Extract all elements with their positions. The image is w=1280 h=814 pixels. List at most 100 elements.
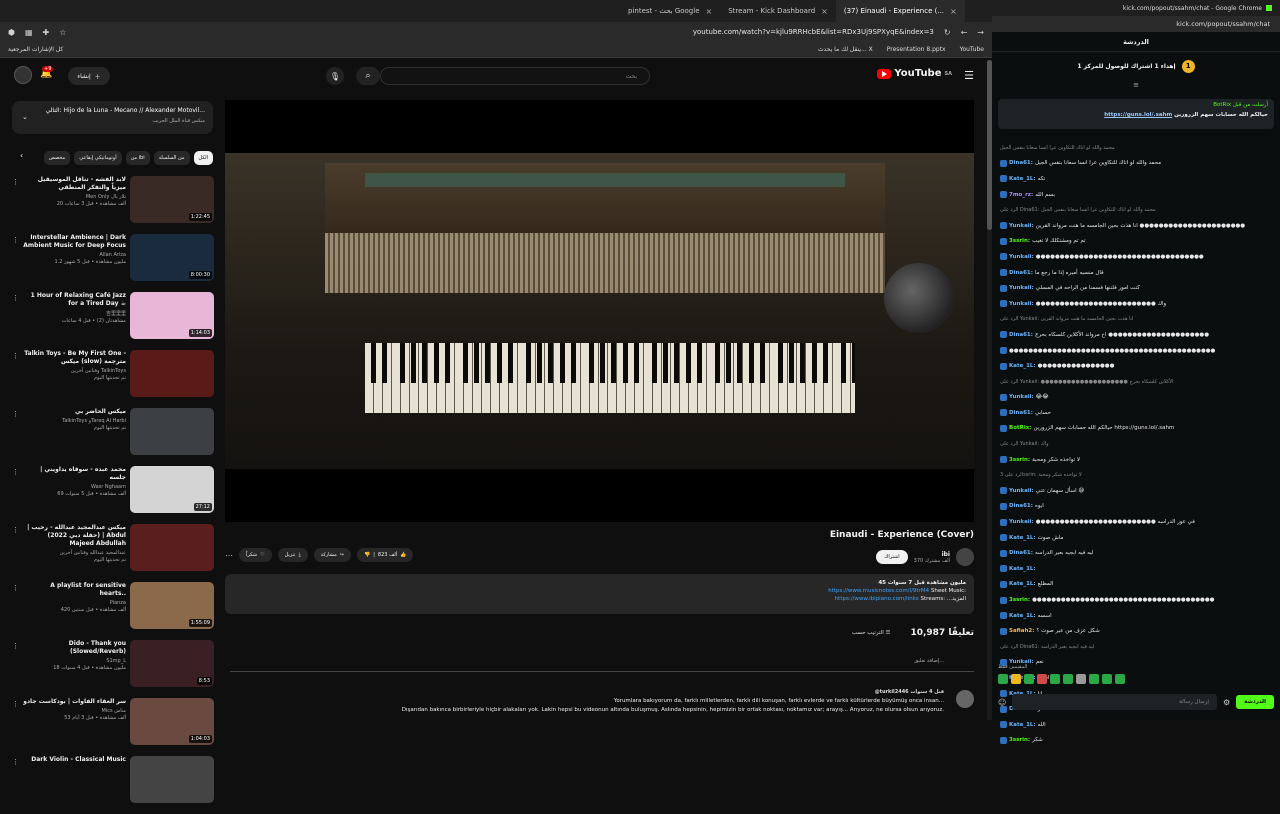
chat-username[interactable]: Yunkaii:: [1009, 223, 1034, 229]
chat-username[interactable]: 3ssrin:: [1009, 238, 1030, 244]
recommendation-item[interactable]: ⋮ 1 Hour of Relaxing Café Jazz for a Tire…: [10, 292, 214, 345]
download-button[interactable]: تنزيل ⤓: [277, 548, 308, 562]
subscribe-button[interactable]: اشتراك: [876, 550, 908, 564]
chat-username[interactable]: 3ssrin:: [1009, 737, 1030, 743]
dislike-icon[interactable]: 👎: [364, 552, 370, 558]
emote-icon[interactable]: [1037, 674, 1047, 684]
recommendation-item[interactable]: ⋮ Talkin Toys - Be My First One - ميكس (s…: [10, 350, 214, 403]
avatar[interactable]: [14, 66, 32, 84]
chat-username[interactable]: Yunkaii:: [1009, 285, 1034, 291]
close-icon[interactable]: ×: [821, 7, 828, 16]
chip-series[interactable]: من السلسلة: [153, 151, 190, 165]
emote-icon[interactable]: [1011, 674, 1021, 684]
recommendation-title[interactable]: لابد الفشه - تناقل الموسيقيل ميزياً والت…: [22, 176, 126, 192]
pinned-message[interactable]: BotRix أرسلت من قبل https://guns.lol/.sa…: [998, 99, 1274, 129]
emoji-icon[interactable]: ☺: [998, 698, 1006, 707]
bookmark-x[interactable]: ينقل لك ما يحدث... X: [818, 46, 873, 53]
recommendation-item[interactable]: ⋮ A playlist for sensitive hearts.. Pianza…: [10, 582, 214, 635]
recommendation-thumbnail[interactable]: [130, 756, 214, 803]
collapse-icon[interactable]: ≡: [992, 81, 1280, 89]
chat-username[interactable]: 3ssrin:: [1009, 457, 1030, 463]
search-icon[interactable]: ⌕: [356, 67, 380, 85]
more-icon[interactable]: ⋯: [225, 551, 233, 560]
channel-avatar[interactable]: [956, 548, 974, 566]
recommendation-channel[interactable]: Allan Ariza: [22, 252, 126, 258]
star-icon[interactable]: ☆: [59, 28, 66, 37]
send-button[interactable]: الدردشة: [1236, 695, 1274, 709]
comment-author[interactable]: @turkil2446 قبل 4 سنوات: [230, 688, 944, 697]
chat-username[interactable]: 3ssrin:: [1009, 597, 1030, 603]
chat-username[interactable]: Dina61:: [1009, 270, 1033, 276]
recommendation-item[interactable]: ⋮ سر العقاء الفاوات | بودكاست جادو Mics من…: [10, 698, 214, 751]
recommendation-channel[interactable]: عبدالمجيد عبدالله وفنانين آخرين: [22, 550, 126, 556]
chip-all[interactable]: الكل: [193, 151, 213, 165]
sort-button[interactable]: الترتيب حسب ☰: [852, 630, 891, 636]
recommendation-thumbnail[interactable]: 1:04:03: [130, 698, 214, 745]
create-button[interactable]: إنشاء ＋: [68, 67, 110, 85]
emote-icon[interactable]: [1089, 674, 1099, 684]
recommendation-channel[interactable]: TalkinToys وTareq Al Harbi: [22, 418, 126, 424]
recommendation-channel[interactable]: Men Only تلار يال: [22, 194, 126, 200]
forward-icon[interactable]: →: [977, 28, 984, 37]
tab-youtube-video[interactable]: (37) Einaudi - Experience (... ×: [835, 0, 965, 22]
more-vert-icon[interactable]: ⋮: [12, 700, 19, 708]
chat-username[interactable]: Kate_1L:: [1009, 613, 1036, 619]
puzzle-icon[interactable]: ✚: [43, 28, 50, 37]
recommendation-channel[interactable]: S1mp_L: [22, 658, 126, 664]
chat-username[interactable]: Dina61:: [1009, 160, 1033, 166]
pinned-link[interactable]: https://guns.lol/.sahm: [1104, 112, 1172, 118]
recommendation-title[interactable]: ميكس الحاضر بي: [22, 408, 126, 416]
recommendation-title[interactable]: سر العقاء الفاوات | بودكاست جادو: [22, 698, 126, 706]
recommendation-item[interactable]: ⋮ Interstellar Ambience | Dark Ambient Mu…: [10, 234, 214, 287]
recommendation-channel[interactable]: 吉里里里: [22, 310, 126, 317]
like-dislike-button[interactable]: 👎 | 823 ألف 👍: [357, 548, 414, 562]
chat-username[interactable]: 7mo_rz:: [1009, 192, 1033, 198]
emote-icon[interactable]: [1076, 674, 1086, 684]
emote-icon[interactable]: [1115, 674, 1125, 684]
hamburger-icon[interactable]: ☰: [964, 69, 974, 82]
extension-icon[interactable]: ▦: [25, 28, 33, 37]
bookmarks-folder[interactable]: كل الإشارات المرجعية: [8, 46, 63, 53]
recommendation-title[interactable]: A playlist for sensitive hearts..: [22, 582, 126, 598]
chat-username[interactable]: Kate_1L:: [1009, 722, 1036, 728]
emote-icon[interactable]: [1063, 674, 1073, 684]
recommendation-thumbnail[interactable]: [130, 350, 214, 397]
recommendation-item[interactable]: ⋮ لابد الفشه - تناقل الموسيقيل ميزياً وال…: [10, 176, 214, 229]
bell-icon[interactable]: 🔔 +9: [40, 66, 54, 79]
close-icon[interactable]: ×: [706, 7, 713, 16]
recommendation-thumbnail[interactable]: 1:55:09: [130, 582, 214, 629]
more-vert-icon[interactable]: ⋮: [12, 468, 19, 476]
chat-input[interactable]: إرسال رسالة: [1012, 694, 1217, 710]
reload-icon[interactable]: ↻: [944, 28, 951, 37]
recommendation-title[interactable]: 1 Hour of Relaxing Café Jazz for a Tired…: [22, 292, 126, 308]
video-player[interactable]: [225, 100, 974, 522]
more-vert-icon[interactable]: ⋮: [12, 758, 19, 766]
recommendation-channel[interactable]: Wasr Nghaam: [22, 484, 126, 490]
recommendation-title[interactable]: محمد عبده - سوقاه يداويني | جلسه: [22, 466, 126, 482]
add-comment-input[interactable]: إضافة تعليق...: [230, 656, 974, 672]
chat-username[interactable]: Yunkaii:: [1009, 301, 1034, 307]
recommendation-channel[interactable]: Pianza: [22, 600, 126, 606]
tab-kick-dashboard[interactable]: Stream - Kick Dashboard ×: [720, 0, 836, 22]
settings-icon[interactable]: ⚙: [1223, 698, 1230, 707]
recommendation-title[interactable]: ميكس عبدالمجيد عبدالله - رحيب | (حفلة دب…: [22, 524, 126, 548]
thanks-button[interactable]: شكراً ♡: [239, 548, 272, 562]
chat-username[interactable]: Kate_1L:: [1009, 176, 1036, 182]
more-vert-icon[interactable]: ⋮: [12, 584, 19, 592]
chat-username[interactable]: Kate_1L:: [1009, 581, 1036, 587]
chat-username[interactable]: Kate_1L:: [1009, 535, 1036, 541]
chat-username[interactable]: Dina61:: [1009, 550, 1033, 556]
emote-icon[interactable]: [1024, 674, 1034, 684]
recommendation-channel[interactable]: وفنانين آخرين TalkinToys: [22, 368, 126, 374]
url-field[interactable]: youtube.com/watch?v=kjlu9RRHcbE&list=RDx…: [693, 28, 934, 36]
more-vert-icon[interactable]: ⋮: [12, 294, 19, 302]
back-icon[interactable]: ←: [961, 28, 968, 37]
recommendation-thumbnail[interactable]: [130, 408, 214, 455]
sub-goal[interactable]: إهداء 1 اشتراك للوصول للمركز 1 1: [992, 55, 1280, 77]
recommendation-thumbnail[interactable]: 27:12: [130, 466, 214, 513]
close-icon[interactable]: ×: [950, 7, 957, 16]
emote-icon[interactable]: [1102, 674, 1112, 684]
recommendation-item[interactable]: ⋮ محمد عبده - سوقاه يداويني | جلسه Wasr Ng…: [10, 466, 214, 519]
chat-username[interactable]: Safiah2:: [1009, 628, 1034, 634]
chip-custom[interactable]: مخصص: [43, 151, 71, 165]
